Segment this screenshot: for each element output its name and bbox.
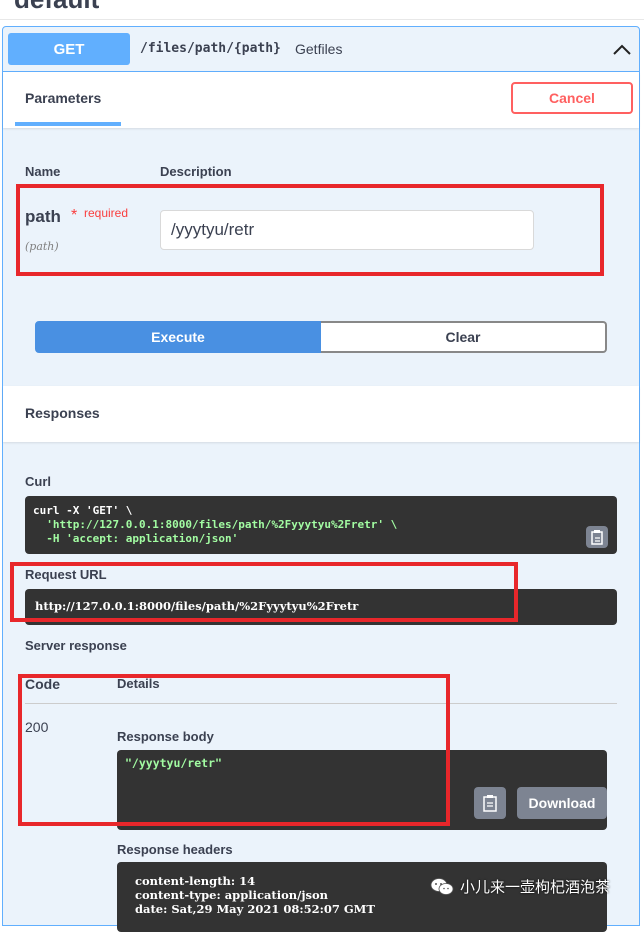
page-heading: default: [14, 0, 99, 15]
execute-clear-group: Execute Clear: [35, 321, 607, 353]
copy-to-clipboard-icon[interactable]: [586, 526, 608, 548]
divider: [0, 19, 644, 20]
server-response-label: Server response: [25, 638, 127, 653]
curl-code-block: curl -X 'GET' \ 'http://127.0.0.1:8000/f…: [25, 496, 617, 554]
tab-parameters[interactable]: Parameters: [25, 90, 101, 106]
responses-title: Responses: [25, 405, 100, 421]
watermark-text: 小儿来一壶枸杞酒泡茶: [460, 879, 611, 896]
watermark: 小儿来一壶枸杞酒泡茶: [430, 876, 610, 897]
response-header-line: date: Sat,29 May 2021 08:52:07 GMT: [135, 902, 375, 916]
copy-to-clipboard-icon[interactable]: [474, 787, 506, 819]
wechat-icon: [430, 877, 454, 895]
curl-line: -H 'accept: application/json': [33, 532, 239, 545]
method-badge: GET: [8, 33, 130, 65]
response-headers-label: Response headers: [117, 842, 233, 857]
responses-header: Responses: [3, 386, 639, 442]
curl-line: 'http://127.0.0.1:8000/files/path/%2Fyyy…: [33, 518, 398, 531]
parameters-header: Parameters Cancel: [3, 72, 639, 128]
endpoint-summary: Getfiles: [295, 41, 343, 57]
download-button[interactable]: Download: [517, 787, 607, 819]
column-header-description: Description: [160, 164, 232, 179]
annotation-box-response: [18, 674, 450, 826]
column-header-name: Name: [25, 164, 61, 179]
chevron-up-icon[interactable]: [611, 39, 633, 61]
curl-label: Curl: [25, 474, 51, 489]
annotation-box-param: [16, 184, 604, 276]
cancel-button[interactable]: Cancel: [511, 82, 633, 114]
annotation-box-request-url: [10, 562, 518, 622]
clear-button[interactable]: Clear: [321, 321, 607, 353]
operation-summary[interactable]: GET /files/path/{path} Getfiles: [3, 27, 639, 72]
tab-active-indicator: [15, 122, 121, 126]
execute-button[interactable]: Execute: [35, 321, 321, 353]
page-heading-cut: default: [0, 0, 644, 20]
response-headers-block: content-length: 14 content-type: applica…: [117, 862, 607, 932]
endpoint-path: /files/path/{path}: [140, 41, 281, 56]
curl-line: curl -X 'GET' \: [33, 504, 133, 517]
